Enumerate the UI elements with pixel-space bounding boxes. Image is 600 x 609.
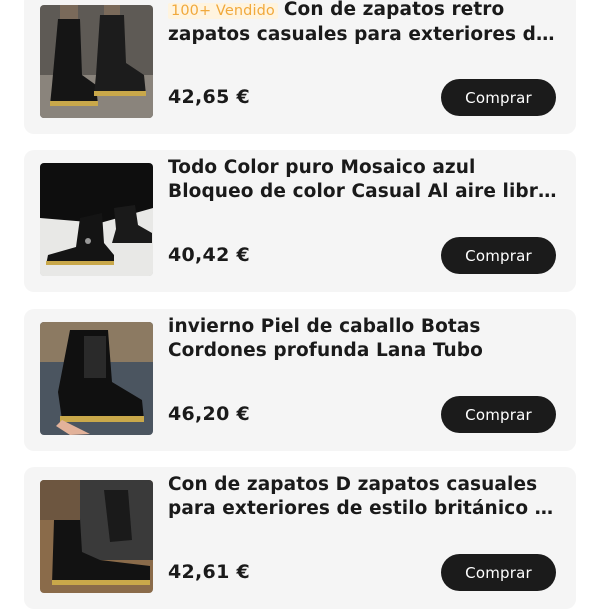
product-card[interactable]: 100+ Vendido Con de zapatos retro zapatos…	[24, 0, 576, 134]
product-image[interactable]	[40, 5, 153, 118]
buy-button[interactable]: Comprar	[441, 237, 556, 274]
product-image[interactable]	[40, 480, 153, 593]
product-image[interactable]	[40, 322, 153, 435]
sold-badge: 100+ Vendido	[168, 3, 278, 19]
product-price: 40,42 €	[168, 244, 251, 266]
product-title[interactable]: 100+ Vendido Con de zapatos retro zapatos…	[168, 0, 564, 47]
product-card[interactable]: invierno Piel de caballo Botas Cordones …	[24, 309, 576, 451]
product-title[interactable]: Con de zapatos D zapatos casuales para e…	[168, 473, 564, 521]
product-price: 46,20 €	[168, 403, 251, 425]
buy-button[interactable]: Comprar	[441, 554, 556, 591]
product-title[interactable]: invierno Piel de caballo Botas Cordones …	[168, 315, 564, 363]
product-image[interactable]	[40, 163, 153, 276]
product-card[interactable]: Todo Color puro Mosaico azul Bloqueo de …	[24, 150, 576, 292]
product-card[interactable]: Con de zapatos D zapatos casuales para e…	[24, 467, 576, 609]
product-title[interactable]: Todo Color puro Mosaico azul Bloqueo de …	[168, 156, 564, 204]
product-price: 42,65 €	[168, 86, 251, 108]
product-price: 42,61 €	[168, 561, 251, 583]
buy-button[interactable]: Comprar	[441, 396, 556, 433]
buy-button[interactable]: Comprar	[441, 79, 556, 116]
